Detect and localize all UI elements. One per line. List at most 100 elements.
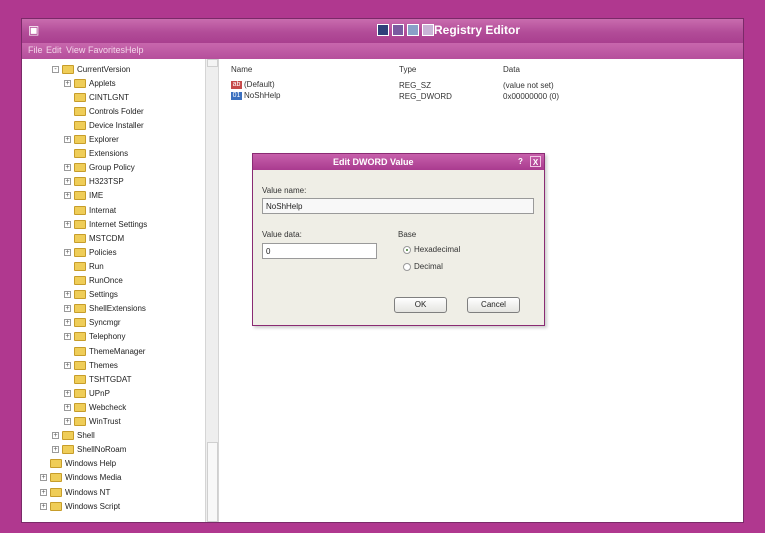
tree-item[interactable]: CINTLGNT: [64, 91, 129, 103]
tree-item[interactable]: + H323TSP: [64, 176, 124, 188]
tree-item-label: Internet Settings: [89, 219, 148, 229]
tree-item[interactable]: + Settings: [64, 289, 118, 301]
tree-item[interactable]: Extensions: [64, 148, 128, 160]
tree-item-label: Explorer: [89, 135, 119, 144]
tree-item-label: H323TSP: [89, 177, 124, 187]
tree-item[interactable]: Controls Folder: [64, 105, 144, 117]
edit-dword-dialog: Edit DWORD Value ? X Value name: NoShHel…: [252, 153, 545, 326]
expand-icon[interactable]: +: [64, 305, 71, 313]
ok-button[interactable]: OK: [394, 297, 447, 313]
menu-edit[interactable]: Edit: [46, 45, 62, 55]
tree-item-label: Themes: [89, 360, 118, 370]
expand-icon[interactable]: +: [64, 389, 71, 397]
expand-icon[interactable]: +: [64, 403, 71, 411]
tree-item[interactable]: Internat: [64, 204, 116, 216]
value-name-field[interactable]: NoShHelp: [262, 198, 534, 214]
tree-item[interactable]: + Windows NT: [40, 486, 110, 498]
value-data: 0x00000000 (0): [503, 92, 560, 101]
tree-item[interactable]: + UPnP: [64, 387, 110, 399]
tree-item[interactable]: MSTCDM: [64, 232, 124, 244]
expand-icon[interactable]: +: [64, 79, 71, 87]
expand-icon[interactable]: +: [64, 291, 71, 299]
tree-scrollbar[interactable]: [205, 59, 219, 522]
folder-icon: [74, 106, 86, 116]
value-row[interactable]: ab (Default): [231, 80, 275, 91]
tree-item[interactable]: + Explorer: [64, 134, 119, 146]
scroll-thumb[interactable]: [207, 442, 218, 522]
tree-item-label: Applets: [89, 78, 116, 88]
help-icon[interactable]: ?: [515, 156, 526, 167]
folder-icon: [74, 78, 86, 88]
tree-item[interactable]: + Telephony: [64, 331, 125, 343]
column-header-name[interactable]: Name: [231, 65, 252, 74]
menu-favorites[interactable]: Favorites: [88, 45, 125, 55]
tree-item[interactable]: + Applets: [64, 77, 116, 89]
cancel-button[interactable]: Cancel: [467, 297, 520, 313]
dialog-title-bar[interactable]: Edit DWORD Value ? X: [253, 154, 544, 170]
title-graphic-icon-1: [377, 24, 389, 36]
folder-icon: [62, 445, 74, 455]
expand-icon[interactable]: +: [64, 319, 71, 327]
folder-icon: [74, 135, 86, 144]
expand-icon[interactable]: +: [64, 248, 71, 256]
value-type: REG_DWORD: [399, 92, 452, 101]
expand-icon[interactable]: +: [52, 432, 59, 440]
tree-item[interactable]: + Internet Settings: [64, 218, 147, 230]
expand-icon[interactable]: +: [40, 502, 47, 510]
tree-item[interactable]: + ShellNoRoam: [52, 444, 126, 456]
tree-item-label: IME: [89, 191, 104, 201]
radio-hexadecimal[interactable]: Hexadecimal: [403, 245, 460, 254]
tree-item[interactable]: RunOnce: [64, 275, 123, 287]
title-graphic-icon-4: [422, 24, 434, 36]
collapse-icon[interactable]: -: [52, 65, 59, 73]
expand-icon[interactable]: +: [52, 446, 59, 454]
tree-item[interactable]: Run: [64, 260, 104, 272]
folder-icon: [74, 247, 86, 257]
expand-icon[interactable]: +: [64, 220, 71, 228]
tree-item[interactable]: + Windows Media: [40, 472, 121, 484]
tree-item[interactable]: Windows Help: [40, 458, 116, 470]
menu-view[interactable]: View: [66, 45, 85, 55]
expand-icon[interactable]: +: [64, 192, 71, 200]
tree-item[interactable]: + WinTrust: [64, 416, 121, 428]
expand-icon[interactable]: +: [40, 474, 47, 482]
menu-help[interactable]: Help: [125, 45, 144, 55]
expand-icon[interactable]: +: [64, 418, 71, 425]
expand-icon[interactable]: +: [40, 488, 47, 496]
menu-file[interactable]: File: [28, 45, 43, 55]
tree-item[interactable]: ThemeManager: [64, 345, 145, 357]
column-header-data[interactable]: Data: [503, 65, 520, 74]
tree-item[interactable]: + Webcheck: [64, 401, 126, 413]
tree-item-label: Windows Media: [65, 473, 122, 483]
tree-item[interactable]: TSHTGDAT: [64, 373, 132, 385]
tree-item[interactable]: + Themes: [64, 359, 118, 371]
column-header-type[interactable]: Type: [399, 65, 416, 74]
value-data-input[interactable]: 0: [262, 243, 377, 259]
radio-unselected-icon: [403, 262, 411, 271]
close-icon[interactable]: X: [530, 156, 541, 167]
tree-item[interactable]: + Syncmgr: [64, 317, 121, 329]
tree-item[interactable]: + Shell: [52, 430, 95, 442]
tree-item[interactable]: + Windows Script: [40, 500, 120, 512]
tree-item[interactable]: + Group Policy: [64, 162, 135, 174]
tree-item[interactable]: + Policies: [64, 246, 117, 258]
registry-editor-window: ▣ Registry Editor File Edit View Favorit…: [21, 18, 744, 523]
title-bar[interactable]: ▣ Registry Editor: [22, 19, 743, 43]
folder-icon: [50, 487, 62, 497]
expand-icon[interactable]: +: [64, 164, 71, 172]
value-row[interactable]: 01 NoShHelp: [231, 91, 280, 102]
tree-item[interactable]: Device Installer: [64, 119, 144, 131]
tree-item[interactable]: + ShellExtensions: [64, 303, 146, 315]
expand-icon[interactable]: +: [64, 361, 71, 369]
expand-icon[interactable]: +: [64, 136, 71, 143]
tree-item[interactable]: - CurrentVersion: [52, 63, 130, 75]
scroll-up-arrow[interactable]: [207, 59, 218, 67]
folder-icon: [74, 205, 86, 215]
expand-icon[interactable]: +: [64, 178, 71, 186]
folder-icon: [74, 417, 86, 426]
radio-decimal[interactable]: Decimal: [403, 262, 443, 271]
folder-icon: [74, 276, 86, 285]
tree-item-label: Windows Help: [65, 459, 117, 469]
tree-item[interactable]: + IME: [64, 190, 103, 202]
expand-icon[interactable]: +: [64, 333, 71, 341]
